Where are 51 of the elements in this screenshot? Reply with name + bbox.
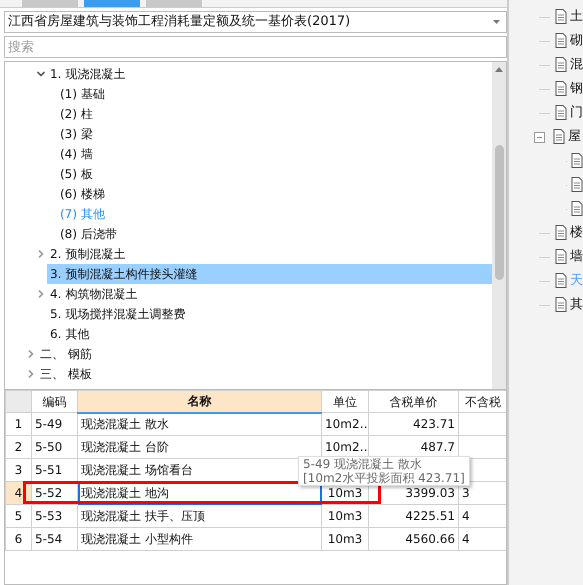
tree-item[interactable]: 墙 bbox=[570, 249, 583, 265]
table-cell: 4225.51 bbox=[368, 504, 458, 528]
column-header[interactable]: 不含税 bbox=[458, 390, 506, 412]
table-cell: 现浇混凝土 小型构件 bbox=[78, 528, 322, 550]
table-cell: 10m2… bbox=[322, 412, 368, 436]
tree-item[interactable]: 1. 现浇混凝土 bbox=[47, 64, 128, 84]
tree-item[interactable]: (1) 基础 bbox=[57, 84, 108, 104]
table-cell: 5-49 bbox=[32, 412, 78, 436]
tree-item[interactable]: 其 bbox=[570, 297, 583, 313]
tree-item[interactable]: 2. 预制混凝土 bbox=[47, 244, 128, 264]
tree-item[interactable]: (2) 柱 bbox=[57, 104, 96, 124]
tree-item[interactable]: 二、 钢筋 bbox=[37, 344, 95, 364]
table-cell: 10m3 bbox=[322, 504, 368, 528]
tree-item[interactable]: 混 bbox=[570, 57, 583, 73]
column-header[interactable]: 名称 bbox=[78, 390, 322, 412]
tree-item[interactable]: 6. 其他 bbox=[47, 324, 92, 344]
table-cell: 5-52 bbox=[32, 482, 78, 504]
tree-item[interactable]: (4) 墙 bbox=[57, 144, 96, 164]
tree-item[interactable]: (7) 其他 bbox=[57, 204, 108, 224]
row-number[interactable]: 5 bbox=[6, 504, 32, 528]
tree-item[interactable]: (6) 楼梯 bbox=[57, 184, 108, 204]
tree-item[interactable]: (5) 板 bbox=[57, 164, 96, 184]
tooltip: 5-49 现浇混凝土 散水 [10m2水平投影面积 423.71] bbox=[298, 456, 470, 486]
tree-item[interactable]: 钢 bbox=[570, 81, 583, 97]
row-number[interactable]: 6 bbox=[6, 528, 32, 550]
tree-item[interactable]: 土 bbox=[570, 9, 583, 25]
row-number[interactable]: 1 bbox=[6, 412, 32, 436]
tree-item[interactable]: 楼 bbox=[570, 225, 583, 241]
table-cell: 4560.66 bbox=[368, 528, 458, 550]
table-cell: 现浇混凝土 扶手、压顶 bbox=[78, 504, 322, 528]
tree-item[interactable]: 3. 预制混凝土构件接头灌缝 bbox=[47, 264, 492, 284]
tree-item[interactable]: 屋 bbox=[568, 129, 581, 145]
tree-item[interactable]: (8) 后浇带 bbox=[57, 224, 120, 244]
table-cell: 5-54 bbox=[32, 528, 78, 550]
tree-item[interactable]: 4. 构筑物混凝土 bbox=[47, 284, 140, 304]
row-number[interactable]: 3 bbox=[6, 458, 32, 482]
row-number[interactable]: 2 bbox=[6, 436, 32, 458]
tree-item[interactable]: (3) 梁 bbox=[57, 124, 96, 144]
column-header[interactable]: 含税单价 bbox=[368, 390, 458, 412]
library-select[interactable]: 江西省房屋建筑与装饰工程消耗量定额及统一基价表(2017) bbox=[4, 11, 507, 33]
table-cell: 10m3 bbox=[322, 528, 368, 550]
table-cell: 5-53 bbox=[32, 504, 78, 528]
tree-item[interactable]: 门 bbox=[570, 105, 583, 121]
table-cell: 423.71 bbox=[368, 412, 458, 436]
table-cell: 现浇混凝土 散水 bbox=[78, 412, 322, 436]
column-header[interactable]: 单位 bbox=[322, 390, 368, 412]
tree-item[interactable]: 砌 bbox=[570, 33, 583, 49]
tree-item[interactable]: 三、 模板 bbox=[37, 364, 95, 384]
tree-item[interactable]: 5. 现场搅拌混凝土调整费 bbox=[47, 304, 188, 324]
search-field[interactable]: 搜索 bbox=[4, 36, 507, 58]
table-cell: 5-50 bbox=[32, 436, 78, 458]
